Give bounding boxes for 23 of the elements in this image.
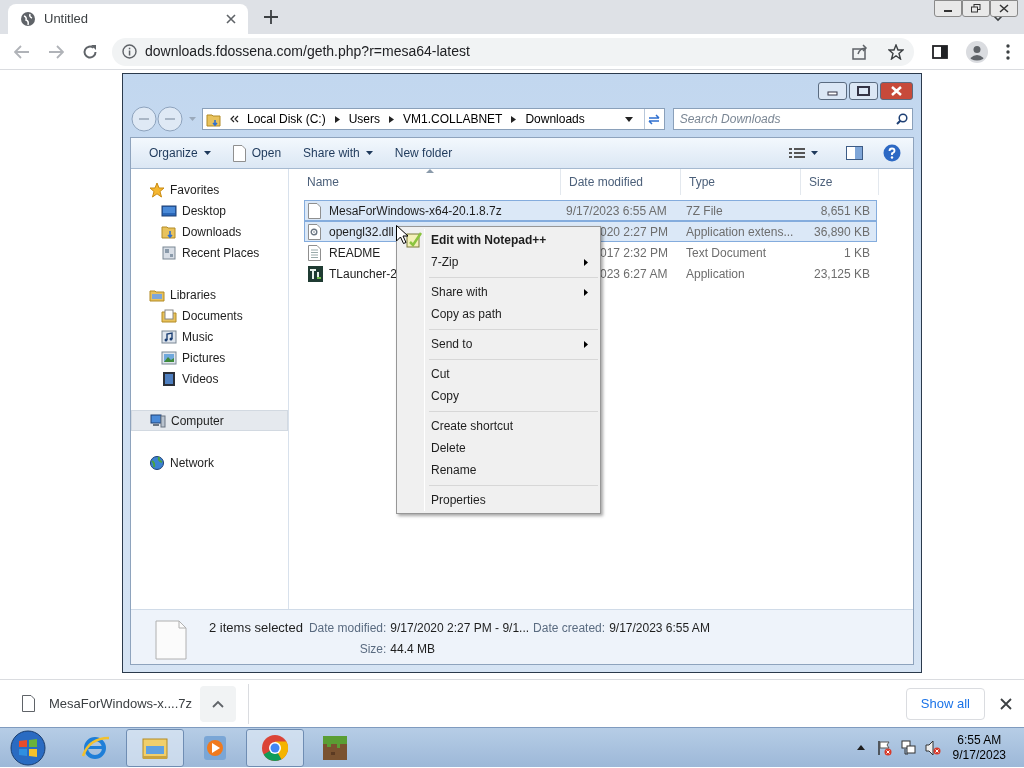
detail-value: 9/17/2023 6:55 AM: [609, 620, 710, 637]
type-cell: 7Z File: [686, 203, 723, 218]
clock-time: 6:55 AM: [957, 732, 1002, 748]
tab-title: Untitled: [44, 10, 90, 29]
detail-label: Date created:: [533, 620, 606, 637]
detail-value: 9/17/2020 2:27 PM - 9/1...: [390, 620, 530, 637]
date-cell: 023 6:27 AM: [600, 266, 668, 281]
size-cell: 36,890 KB: [813, 224, 870, 239]
type-cell: Text Document: [686, 245, 767, 260]
detail-label: Date modified:: [308, 620, 387, 637]
size-cell: 23,125 KB: [813, 266, 870, 281]
type-cell: Application: [686, 266, 745, 281]
url-text: downloads.fdossena.com/geth.php?r=mesa64-latest: [145, 42, 471, 61]
size-cell: 8,651 KB: [820, 203, 870, 218]
selection-summary: 2 items selected: [209, 619, 303, 637]
detail-value: 44.4 MB: [390, 640, 436, 658]
date-cell: 9/17/2023 6:55 AM: [566, 203, 667, 218]
date-cell: 017 2:32 PM: [600, 245, 669, 260]
type-cell: Application extens...: [686, 224, 794, 239]
detail-label: Size:: [358, 640, 387, 658]
date-cell: 020 2:27 PM: [600, 224, 669, 239]
size-cell: 1 KB: [844, 245, 870, 260]
clock-date: 9/17/2023: [952, 747, 1006, 763]
